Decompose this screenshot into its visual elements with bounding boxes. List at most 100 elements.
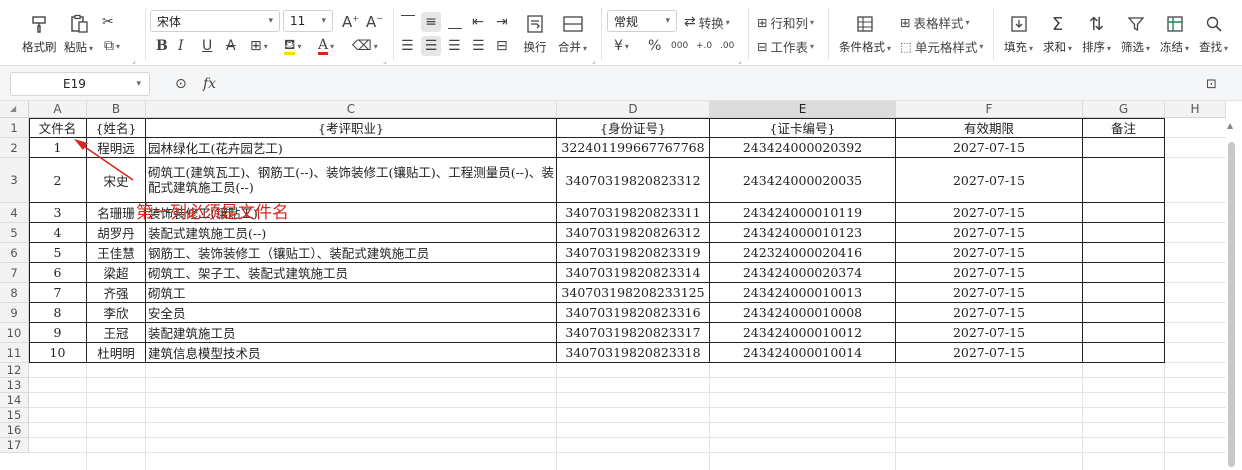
italic-button[interactable]: I bbox=[178, 36, 184, 56]
distribute-button[interactable]: ⊟ bbox=[496, 36, 508, 56]
header-cell[interactable]: 有效期限 bbox=[896, 118, 1083, 138]
convert-button[interactable]: ⇄ 转换 ▾ bbox=[684, 12, 730, 32]
zoom-formula-button[interactable]: ⊙ bbox=[175, 74, 187, 94]
cell-card-number[interactable]: 243424000020374 bbox=[710, 263, 896, 283]
border-button[interactable]: ⊞ ▾ bbox=[250, 36, 268, 56]
row-header-7[interactable]: 7 bbox=[0, 263, 29, 283]
header-cell[interactable]: {姓名} bbox=[87, 118, 146, 138]
cell-name[interactable]: 王冠 bbox=[87, 323, 146, 343]
align-middle-button[interactable]: ≡ bbox=[421, 12, 441, 32]
worksheet-button[interactable]: ⊟ 工作表 ▾ bbox=[757, 36, 814, 56]
cell-name[interactable]: 王佳慧 bbox=[87, 243, 146, 263]
cell-file-name[interactable]: 9 bbox=[29, 323, 87, 343]
row-header-8[interactable]: 8 bbox=[0, 283, 29, 303]
cell-id-number[interactable]: 34070319820823318 bbox=[557, 343, 710, 363]
header-cell[interactable]: {考评职业} bbox=[146, 118, 557, 138]
align-center-button[interactable]: ☰ bbox=[421, 36, 441, 56]
cell-name[interactable]: 齐强 bbox=[87, 283, 146, 303]
cell-file-name[interactable]: 7 bbox=[29, 283, 87, 303]
cell-card-number[interactable]: 243424000010119 bbox=[710, 203, 896, 223]
cell-expiry[interactable]: 2027-07-15 bbox=[896, 343, 1083, 363]
strikethrough-button[interactable]: A bbox=[226, 36, 236, 56]
font-color-button[interactable]: A ▾ bbox=[318, 36, 334, 56]
row-header-5[interactable]: 5 bbox=[0, 223, 29, 243]
fill-button[interactable]: 填充 ▾ bbox=[1004, 12, 1033, 55]
cell-card-number[interactable]: 243424000010123 bbox=[710, 223, 896, 243]
cell-id-number[interactable]: 34070319820823319 bbox=[557, 243, 710, 263]
cell-note[interactable] bbox=[1083, 223, 1165, 243]
cell-id-number[interactable]: 322401199667767768 bbox=[557, 138, 710, 158]
cell-occupation[interactable]: 钢筋工、装饰装修工（镶贴工）、装配式建筑施工员 bbox=[146, 243, 557, 263]
cell-name[interactable]: 程明远 bbox=[87, 138, 146, 158]
wrap-text-button[interactable]: 换行 bbox=[522, 12, 548, 55]
cell-id-number[interactable]: 34070319820826312 bbox=[557, 223, 710, 243]
thousands-button[interactable]: 000 bbox=[671, 36, 688, 56]
align-right-button[interactable]: ☰ bbox=[448, 36, 461, 56]
column-header-d[interactable]: D bbox=[557, 101, 710, 118]
cell-note[interactable] bbox=[1083, 303, 1165, 323]
sum-button[interactable]: Σ 求和 ▾ bbox=[1043, 12, 1072, 55]
cell-card-number[interactable]: 243424000010014 bbox=[710, 343, 896, 363]
cell-note[interactable] bbox=[1083, 263, 1165, 283]
cell-file-name[interactable]: 6 bbox=[29, 263, 87, 283]
clipboard-launcher-icon[interactable]: ⌟ bbox=[132, 56, 136, 65]
cell-expiry[interactable]: 2027-07-15 bbox=[896, 203, 1083, 223]
cell-expiry[interactable]: 2027-07-15 bbox=[896, 243, 1083, 263]
cell-card-number[interactable]: 243424000020392 bbox=[710, 138, 896, 158]
column-header-f[interactable]: F bbox=[896, 101, 1083, 118]
cell-id-number[interactable]: 34070319820823317 bbox=[557, 323, 710, 343]
decrease-font-button[interactable]: A− bbox=[366, 12, 383, 32]
cell-card-number[interactable]: 243424000010008 bbox=[710, 303, 896, 323]
row-header-12[interactable]: 12 bbox=[0, 363, 29, 378]
name-box[interactable]: E19 ▾ bbox=[10, 72, 150, 96]
row-header-10[interactable]: 10 bbox=[0, 323, 29, 343]
column-header-h[interactable]: H bbox=[1165, 101, 1226, 118]
expand-formula-button[interactable]: ⊡ bbox=[1206, 74, 1217, 94]
scroll-up-icon[interactable]: ▲ bbox=[1227, 121, 1233, 130]
row-header-13[interactable]: 13 bbox=[0, 378, 29, 393]
row-header-16[interactable]: 16 bbox=[0, 423, 29, 438]
copy-button[interactable]: ⧉ ▾ bbox=[104, 36, 120, 56]
number-format-select[interactable]: 常规 ▾ bbox=[607, 10, 677, 32]
filter-button[interactable]: 筛选 ▾ bbox=[1121, 12, 1150, 55]
conditional-format-button[interactable]: 条件格式 ▾ bbox=[839, 12, 891, 55]
row-header-14[interactable]: 14 bbox=[0, 393, 29, 408]
increase-decimal-button[interactable]: +.0 bbox=[696, 36, 712, 56]
number-launcher-icon[interactable]: ⌟ bbox=[738, 56, 742, 65]
find-button[interactable]: 查找 ▾ bbox=[1199, 12, 1228, 55]
font-launcher-icon[interactable]: ⌟ bbox=[383, 56, 387, 65]
cell-card-number[interactable]: 242324000020416 bbox=[710, 243, 896, 263]
row-header-6[interactable]: 6 bbox=[0, 243, 29, 263]
percent-button[interactable]: % bbox=[648, 36, 661, 56]
cell-card-number[interactable]: 243424000010012 bbox=[710, 323, 896, 343]
formula-input[interactable] bbox=[228, 72, 1188, 96]
cell-expiry[interactable]: 2027-07-15 bbox=[896, 303, 1083, 323]
align-bottom-button[interactable]: ⎽ bbox=[448, 12, 462, 32]
cell-occupation[interactable]: 砌筑工、架子工、装配式建筑施工员 bbox=[146, 263, 557, 283]
increase-indent-button[interactable]: ⇥ bbox=[496, 12, 508, 32]
merge-button[interactable]: 合并 ▾ bbox=[558, 12, 587, 55]
decrease-decimal-button[interactable]: .00 bbox=[720, 36, 734, 56]
row-header-1[interactable]: 1 bbox=[0, 118, 29, 138]
header-cell[interactable]: 备注 bbox=[1083, 118, 1165, 138]
underline-button[interactable]: U bbox=[202, 36, 212, 56]
row-header-2[interactable]: 2 bbox=[0, 138, 29, 158]
cell-expiry[interactable]: 2027-07-15 bbox=[896, 138, 1083, 158]
bold-button[interactable]: B bbox=[156, 36, 168, 56]
cell-expiry[interactable]: 2027-07-15 bbox=[896, 263, 1083, 283]
cell-file-name[interactable]: 4 bbox=[29, 223, 87, 243]
cell-note[interactable] bbox=[1083, 158, 1165, 203]
currency-button[interactable]: ¥ ▾ bbox=[614, 36, 629, 56]
cell-style-button[interactable]: ⬚ 单元格样式 ▾ bbox=[900, 36, 983, 56]
row-header-9[interactable]: 9 bbox=[0, 303, 29, 323]
cell-id-number[interactable]: 34070319820823312 bbox=[557, 158, 710, 203]
sort-button[interactable]: ⇅ 排序 ▾ bbox=[1082, 12, 1111, 55]
align-top-button[interactable]: ⎺ bbox=[401, 12, 415, 32]
column-header-e[interactable]: E bbox=[710, 101, 896, 118]
vertical-scrollbar[interactable]: ▲ bbox=[1226, 118, 1238, 470]
justify-button[interactable]: ☰ bbox=[472, 36, 485, 56]
cell-note[interactable] bbox=[1083, 243, 1165, 263]
select-all-corner[interactable]: ◢ bbox=[0, 101, 29, 118]
format-painter-button[interactable]: 格式刷 bbox=[22, 12, 57, 55]
cell-name[interactable]: 杜明明 bbox=[87, 343, 146, 363]
